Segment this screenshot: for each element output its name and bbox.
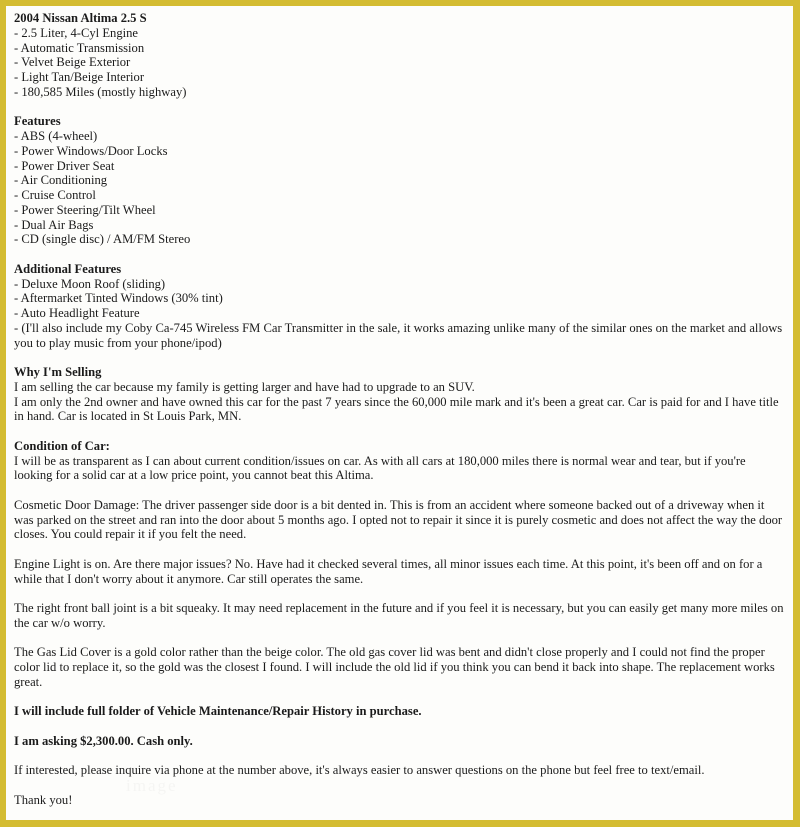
features-heading: Features xyxy=(14,114,61,129)
why-selling-line-1: I am selling the car because my family i… xyxy=(14,379,475,394)
condition-door-damage: Cosmetic Door Damage: The driver passeng… xyxy=(14,497,783,542)
feature-item-power-steering: - Power Steering/Tilt Wheel xyxy=(14,202,156,217)
feature-item-cruise-control: - Cruise Control xyxy=(14,188,96,202)
spec-line-transmission: - Automatic Transmission xyxy=(14,40,145,55)
asking-price: I am asking $2,300.00. Cash only. xyxy=(14,733,193,748)
feature-item-power-windows: - Power Windows/Door Locks xyxy=(14,143,168,158)
additional-feature-tinted-windows: - Aftermarket Tinted Windows (30% tint) xyxy=(14,291,223,306)
listing-body: 2004 Nissan Altima 2.5 S - 2.5 Liter, 4-… xyxy=(14,11,785,808)
condition-intro: I will be as transparent as I can about … xyxy=(14,453,746,483)
feature-item-abs: - ABS (4-wheel) xyxy=(14,129,98,143)
condition-gas-lid: The Gas Lid Cover is a gold color rather… xyxy=(14,645,775,689)
sign-off: Thank you! xyxy=(14,792,73,807)
listing-title: 2004 Nissan Altima 2.5 S xyxy=(14,11,147,25)
why-selling-line-2: I am only the 2nd owner and have owned t… xyxy=(14,394,779,424)
spec-line-interior: - Light Tan/Beige Interior xyxy=(14,70,145,84)
maintenance-records-note: I will include full folder of Vehicle Ma… xyxy=(14,704,422,719)
additional-feature-moon-roof: - Deluxe Moon Roof (sliding) xyxy=(14,276,166,291)
condition-ball-joint: The right front ball joint is a bit sque… xyxy=(14,601,784,630)
additional-features-heading: Additional Features xyxy=(14,261,122,276)
spec-line-exterior: - Velvet Beige Exterior xyxy=(14,55,131,70)
feature-item-dual-air-bags: - Dual Air Bags xyxy=(14,217,94,232)
additional-feature-fm-transmitter: - (I'll also include my Coby Ca-745 Wire… xyxy=(14,320,783,350)
spec-line-mileage: - 180,585 Miles (mostly highway) xyxy=(14,84,187,99)
why-selling-heading: Why I'm Selling xyxy=(14,365,102,379)
condition-heading: Condition of Car: xyxy=(14,438,110,453)
condition-engine-light: Engine Light is on. Are there major issu… xyxy=(14,556,763,586)
additional-feature-auto-headlight: - Auto Headlight Feature xyxy=(14,306,140,320)
spec-line-engine: - 2.5 Liter, 4-Cyl Engine xyxy=(14,25,139,40)
listing-document: 2004 Nissan Altima 2.5 S - 2.5 Liter, 4-… xyxy=(0,0,800,827)
feature-item-power-driver-seat: - Power Driver Seat xyxy=(14,158,115,173)
feature-item-cd-stereo: - CD (single disc) / AM/FM Stereo xyxy=(14,232,191,247)
feature-item-air-conditioning: - Air Conditioning xyxy=(14,173,108,188)
contact-instructions: If interested, please inquire via phone … xyxy=(14,763,705,778)
